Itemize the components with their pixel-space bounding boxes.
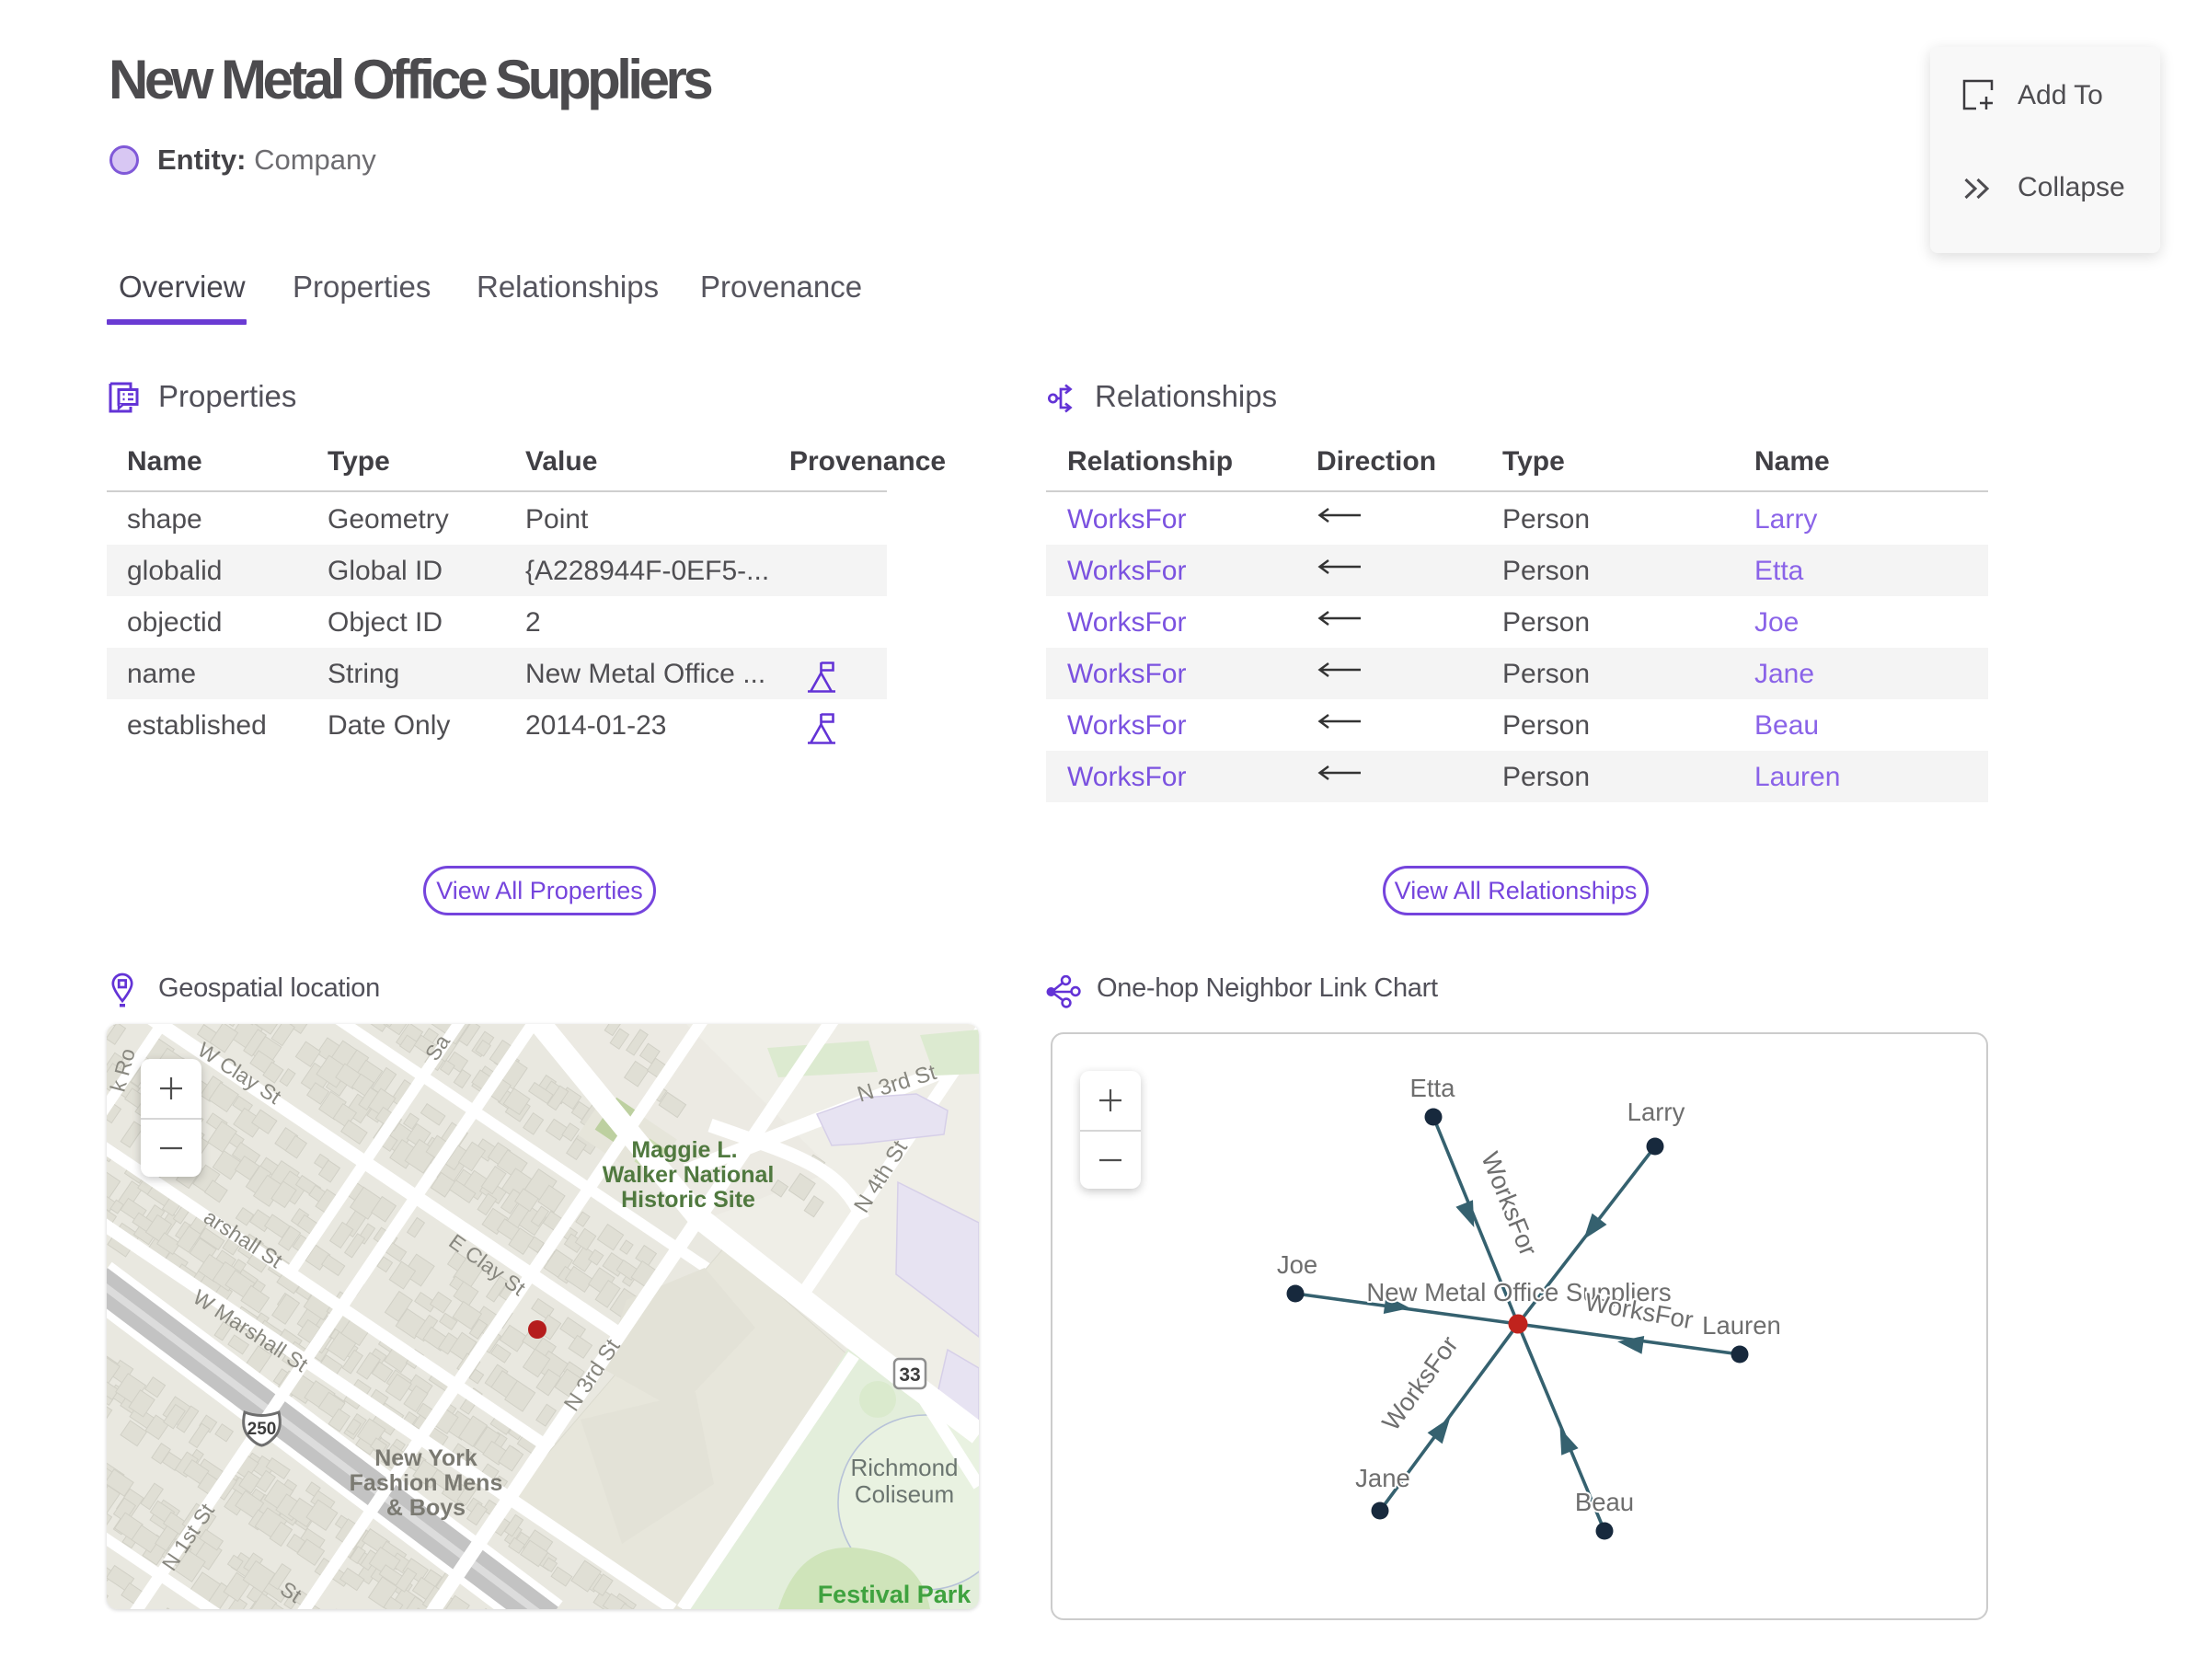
svg-text:Historic Site: Historic Site [621,1187,755,1213]
svg-text:Walker National: Walker National [603,1162,775,1188]
svg-text:Lauren: Lauren [1702,1311,1781,1340]
svg-text:250: 250 [247,1420,277,1439]
svg-text:Beau: Beau [1575,1488,1634,1516]
svg-text:WorksFor: WorksFor [1376,1330,1464,1435]
svg-text:33: 33 [899,1364,920,1386]
svg-text:Larry: Larry [1627,1098,1685,1126]
svg-text:Coliseum: Coliseum [855,1480,954,1508]
svg-text:Joe: Joe [1277,1250,1317,1279]
svg-text:Jane: Jane [1355,1464,1410,1492]
svg-text:Maggie L.: Maggie L. [631,1137,737,1163]
svg-text:Richmond: Richmond [850,1454,958,1481]
svg-text:Fashion Mens: Fashion Mens [350,1470,503,1496]
svg-text:New York: New York [374,1445,477,1471]
svg-text:& Boys: & Boys [386,1495,466,1521]
svg-text:Etta: Etta [1410,1074,1456,1102]
svg-text:Festival Park: Festival Park [818,1581,972,1608]
